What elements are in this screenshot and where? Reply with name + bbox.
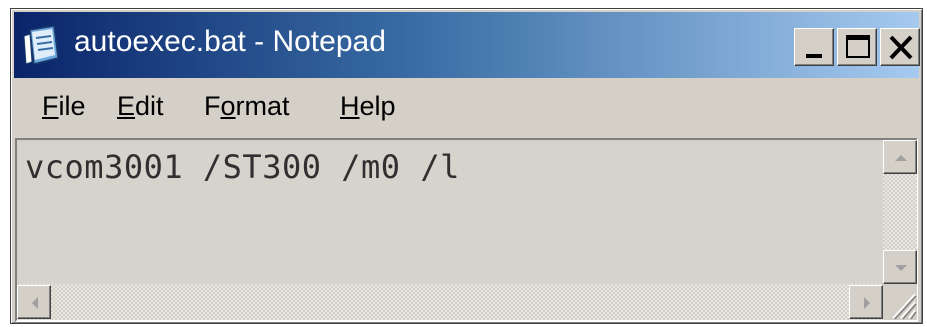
scroll-up-button[interactable] [883,140,917,174]
close-button[interactable] [880,28,920,66]
window-title: autoexec.bat - Notepad [74,25,386,58]
menu-file-label: ile [58,91,86,121]
editor-text: vcom3001 /ST300 /m0 /l [25,148,460,186]
text-editor[interactable]: vcom3001 /ST300 /m0 /l [19,142,885,284]
horizontal-scrollbar[interactable] [17,284,883,320]
maximize-icon [846,35,870,58]
menu-help[interactable]: Help [340,91,396,122]
minimize-icon [806,54,822,58]
minimize-button[interactable] [794,28,834,66]
resize-grip[interactable] [883,284,917,320]
editor-frame: vcom3001 /ST300 /m0 /l [15,138,918,322]
menu-file[interactable]: File [42,91,86,122]
menu-format-label: rmat [235,91,290,121]
notepad-window: autoexec.bat - Notepad File Edit Format … [10,8,923,324]
menu-edit[interactable]: Edit [117,91,164,122]
resize-grip-icon [892,293,917,320]
vertical-scrollbar[interactable] [883,140,917,284]
arrow-up-icon [895,155,907,161]
scroll-right-button[interactable] [849,285,883,319]
close-icon [889,35,913,60]
arrow-right-icon [864,297,870,309]
maximize-button[interactable] [837,28,877,66]
arrow-down-icon [895,265,907,271]
menu-edit-mnemonic: E [117,91,136,121]
menu-help-mnemonic: H [340,91,360,121]
menu-file-mnemonic: F [42,91,59,121]
arrow-left-icon [32,297,38,309]
menu-help-label: elp [359,91,396,121]
scroll-left-button[interactable] [17,285,51,319]
menu-format[interactable]: Format [204,91,290,122]
menu-format-mnemonic: o [220,91,236,121]
menu-bar: File Edit Format Help [14,81,919,135]
menu-edit-label: dit [135,91,164,121]
menu-format-prefix: F [204,91,221,121]
title-bar[interactable]: autoexec.bat - Notepad [14,12,920,78]
notepad-icon [23,25,59,65]
scroll-down-button[interactable] [883,250,917,284]
